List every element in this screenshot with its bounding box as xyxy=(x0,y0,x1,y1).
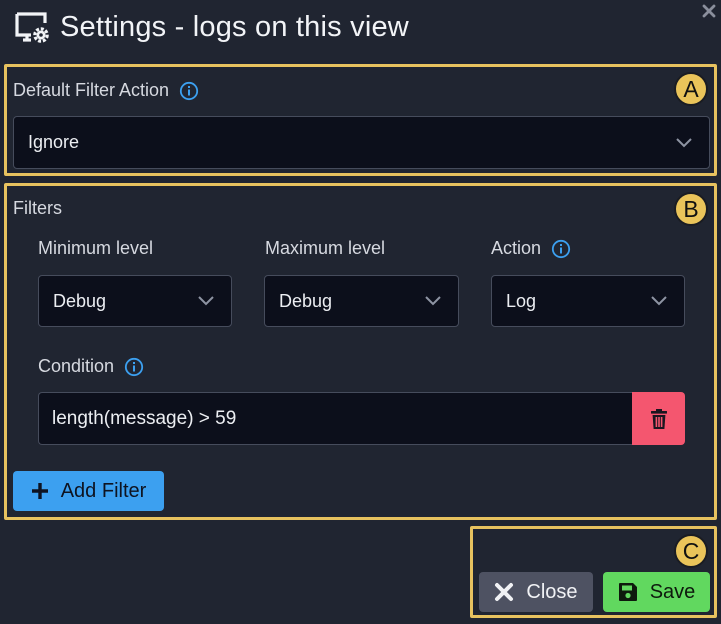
action-label-row: Action xyxy=(491,238,571,259)
add-filter-label: Add Filter xyxy=(60,479,147,502)
dialog-header: Settings - logs on this view xyxy=(14,8,409,46)
highlight-region-b xyxy=(4,183,717,520)
close-button[interactable]: Close xyxy=(479,572,593,612)
close-button-label: Close xyxy=(526,580,578,603)
max-level-value: Debug xyxy=(279,290,333,311)
dismiss-close-icon[interactable] xyxy=(701,3,717,19)
action-value: Log xyxy=(506,290,537,311)
chevron-down-icon xyxy=(198,296,214,306)
default-filter-label-row: Default Filter Action xyxy=(13,80,199,101)
max-level-label: Maximum level xyxy=(265,238,386,258)
plus-icon xyxy=(31,483,48,499)
info-icon[interactable] xyxy=(551,239,571,259)
min-level-select[interactable]: Debug xyxy=(38,275,232,327)
min-level-label: Minimum level xyxy=(38,238,154,258)
action-label: Action xyxy=(491,238,542,258)
trash-icon xyxy=(650,408,667,429)
marker-c: C xyxy=(674,534,708,568)
marker-b: B xyxy=(674,192,708,226)
monitor-gear-icon xyxy=(15,12,49,43)
info-icon[interactable] xyxy=(124,357,144,377)
min-level-value: Debug xyxy=(53,290,107,311)
chevron-down-icon xyxy=(651,296,667,306)
default-filter-value: Ignore xyxy=(28,132,80,152)
default-filter-label: Default Filter Action xyxy=(13,80,170,100)
condition-label-row: Condition xyxy=(38,356,144,377)
condition-label: Condition xyxy=(38,356,115,376)
condition-value: length(message) > 59 xyxy=(52,407,237,429)
marker-a: A xyxy=(674,72,708,106)
action-select[interactable]: Log xyxy=(491,275,685,327)
info-icon[interactable] xyxy=(179,81,199,101)
chevron-down-icon xyxy=(425,296,441,306)
close-x-icon xyxy=(495,583,514,601)
save-button-label: Save xyxy=(649,580,696,603)
chevron-down-icon xyxy=(676,137,692,147)
add-filter-button[interactable]: Add Filter xyxy=(13,471,164,511)
default-filter-select[interactable]: Ignore xyxy=(13,116,710,169)
condition-input[interactable]: length(message) > 59 xyxy=(38,392,632,445)
floppy-disk-icon xyxy=(618,583,637,601)
dialog-title: Settings - logs on this view xyxy=(60,10,409,43)
save-button[interactable]: Save xyxy=(603,572,710,612)
filters-heading: Filters xyxy=(13,198,62,218)
max-level-select[interactable]: Debug xyxy=(264,275,459,327)
delete-filter-button[interactable] xyxy=(632,392,685,445)
